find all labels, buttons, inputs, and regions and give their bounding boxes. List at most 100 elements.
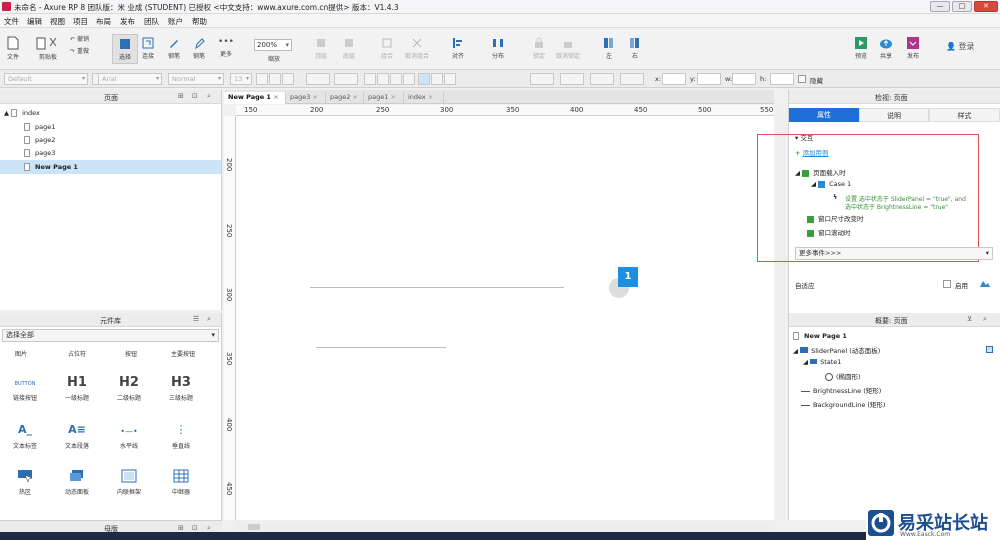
weight-select[interactable]: Normal	[168, 73, 224, 85]
outline-page[interactable]: New Page 1	[793, 332, 847, 340]
left-button[interactable]: 左	[600, 37, 618, 60]
page-item-new-page-1[interactable]: New Page 1	[24, 163, 78, 171]
event-on-load[interactable]: ◢ 页面载入时	[795, 167, 846, 177]
valign-top-icon[interactable]	[418, 73, 430, 85]
send-bottom-button[interactable]: 底层	[336, 37, 362, 60]
italic-icon[interactable]	[269, 73, 281, 85]
pen-button[interactable]: 钢笔	[164, 37, 184, 60]
zoom-select[interactable]: 200% ▾	[254, 39, 292, 51]
interaction-section[interactable]: ▾ 交互	[795, 132, 813, 142]
minimize-button[interactable]: —	[930, 1, 950, 12]
outline-brightness-line[interactable]: BrightnessLine (矩形)	[801, 385, 881, 395]
action-set-selected[interactable]: ϟ	[833, 193, 837, 201]
x-input[interactable]	[662, 73, 686, 85]
maximize-button[interactable]: □	[952, 1, 972, 12]
close-icon[interactable]: ×	[352, 93, 357, 101]
widget-hotspot[interactable]: 热区	[4, 469, 46, 496]
widget-inline-frame[interactable]: 内联框架	[108, 469, 150, 496]
case-1[interactable]: ◢ Case 1	[811, 180, 851, 188]
line-style-icon[interactable]	[620, 73, 644, 85]
tab-page3[interactable]: page3 ×	[286, 92, 326, 104]
close-icon[interactable]: ×	[312, 93, 317, 101]
more-events-select[interactable]: 更多事件>>> ▾	[795, 247, 993, 260]
distribute-button[interactable]: 分布	[486, 37, 510, 60]
line-color-icon[interactable]	[560, 73, 584, 85]
close-icon[interactable]: ×	[390, 93, 395, 101]
widget-horizontal-line[interactable]: •—• 水平线	[108, 423, 150, 450]
horizontal-scrollbar[interactable]	[236, 522, 774, 532]
visibility-icon[interactable]	[986, 346, 993, 353]
design-canvas[interactable]: 1	[236, 116, 774, 520]
page-item-page2[interactable]: page2	[24, 136, 55, 144]
outline-background-line[interactable]: BackgroundLine (矩形)	[801, 399, 885, 409]
menu-view[interactable]: 视图	[50, 16, 65, 27]
bullet-icon[interactable]	[334, 73, 358, 85]
adaptive-view-icon[interactable]	[979, 278, 991, 288]
menu-layout[interactable]: 布局	[96, 16, 111, 27]
pen-tool-button[interactable]: 钢笔	[188, 37, 210, 60]
hidden-checkbox[interactable]	[798, 75, 806, 83]
undo-button[interactable]: ↶ 撤销	[70, 34, 100, 43]
group-button[interactable]: 组合	[374, 37, 400, 60]
clipboard-button[interactable]: 剪贴板	[34, 36, 62, 61]
login-button[interactable]: 👤 登录	[946, 41, 975, 52]
preview-button[interactable]: 预览	[852, 37, 870, 60]
search-icon[interactable]: ⌕	[983, 315, 987, 324]
filter-icon[interactable]: ⊻	[967, 315, 972, 323]
menu-edit[interactable]: 编辑	[27, 16, 42, 27]
widget-link-button[interactable]: BUTTON 链接按钮	[4, 375, 46, 402]
widget-h2[interactable]: H2 二级标题	[108, 375, 150, 402]
underline-icon[interactable]	[282, 73, 294, 85]
file-button[interactable]: 文件	[4, 36, 22, 61]
ungroup-button[interactable]: 取消组合	[402, 37, 432, 60]
publish-button[interactable]: 发布	[902, 37, 924, 60]
w-input[interactable]	[732, 73, 756, 85]
tab-style[interactable]: 样式	[929, 108, 1000, 122]
font-size-select[interactable]: 13	[230, 73, 252, 85]
widget-button[interactable]: 按钮	[110, 349, 152, 358]
widget-vertical-line[interactable]: ⋮ 垂直线	[160, 423, 202, 450]
widget-image[interactable]: 图片	[0, 349, 42, 358]
tab-index[interactable]: index ×	[404, 92, 444, 104]
valign-middle-icon[interactable]	[431, 73, 443, 85]
connect-button[interactable]: 连接	[138, 37, 158, 60]
close-icon[interactable]: ×	[428, 93, 433, 101]
menu-team[interactable]: 团队	[144, 16, 159, 27]
tab-page2[interactable]: page2 ×	[326, 92, 364, 104]
add-folder-icon[interactable]: ⊡	[192, 524, 198, 532]
more-button[interactable]: ••• 更多	[214, 37, 238, 58]
brightness-line[interactable]	[316, 347, 446, 348]
outline-state1[interactable]: ◢ State1	[803, 358, 841, 366]
bring-top-button[interactable]: 顶层	[308, 37, 334, 60]
widget-h3[interactable]: H3 三级标题	[160, 375, 202, 402]
menu-icon[interactable]: ☰	[193, 315, 199, 323]
select-button[interactable]: 选择	[112, 34, 138, 64]
widget-text-label[interactable]: A_ 文本标签	[4, 423, 46, 450]
add-case-link[interactable]: + 添加用例	[795, 147, 829, 157]
menu-account[interactable]: 账户	[168, 16, 183, 27]
enable-checkbox[interactable]	[943, 280, 951, 288]
align-left-text-icon[interactable]	[364, 73, 376, 85]
y-input[interactable]	[697, 73, 721, 85]
menu-project[interactable]: 项目	[73, 16, 88, 27]
unlock-button[interactable]: 取消锁定	[552, 37, 584, 60]
annotation-badge[interactable]: 1	[618, 267, 638, 287]
align-right-text-icon[interactable]	[390, 73, 402, 85]
align-button[interactable]: 对齐	[446, 37, 470, 60]
lock-button[interactable]: 锁定	[528, 37, 550, 60]
justify-text-icon[interactable]	[403, 73, 415, 85]
widget-repeater[interactable]: 中继器	[160, 469, 202, 496]
bold-icon[interactable]	[256, 73, 268, 85]
widget-text-paragraph[interactable]: A≡ 文本段落	[56, 423, 98, 450]
tab-page1[interactable]: page1 ×	[364, 92, 404, 104]
background-line[interactable]	[310, 287, 564, 288]
event-on-scroll[interactable]: 窗口滚动时	[807, 227, 851, 237]
scroll-thumb[interactable]	[248, 524, 260, 530]
outline-ellipse[interactable]: (椭圆形)	[825, 371, 861, 381]
add-page-icon[interactable]: ⊞	[178, 92, 184, 100]
search-icon[interactable]: ⌕	[207, 92, 211, 101]
page-item-page1[interactable]: page1	[24, 123, 55, 131]
widget-h1[interactable]: H1 一级标题	[56, 375, 98, 402]
widget-primary-button[interactable]: 主要按钮	[162, 349, 204, 358]
add-folder-icon[interactable]: ⊡	[192, 92, 198, 100]
